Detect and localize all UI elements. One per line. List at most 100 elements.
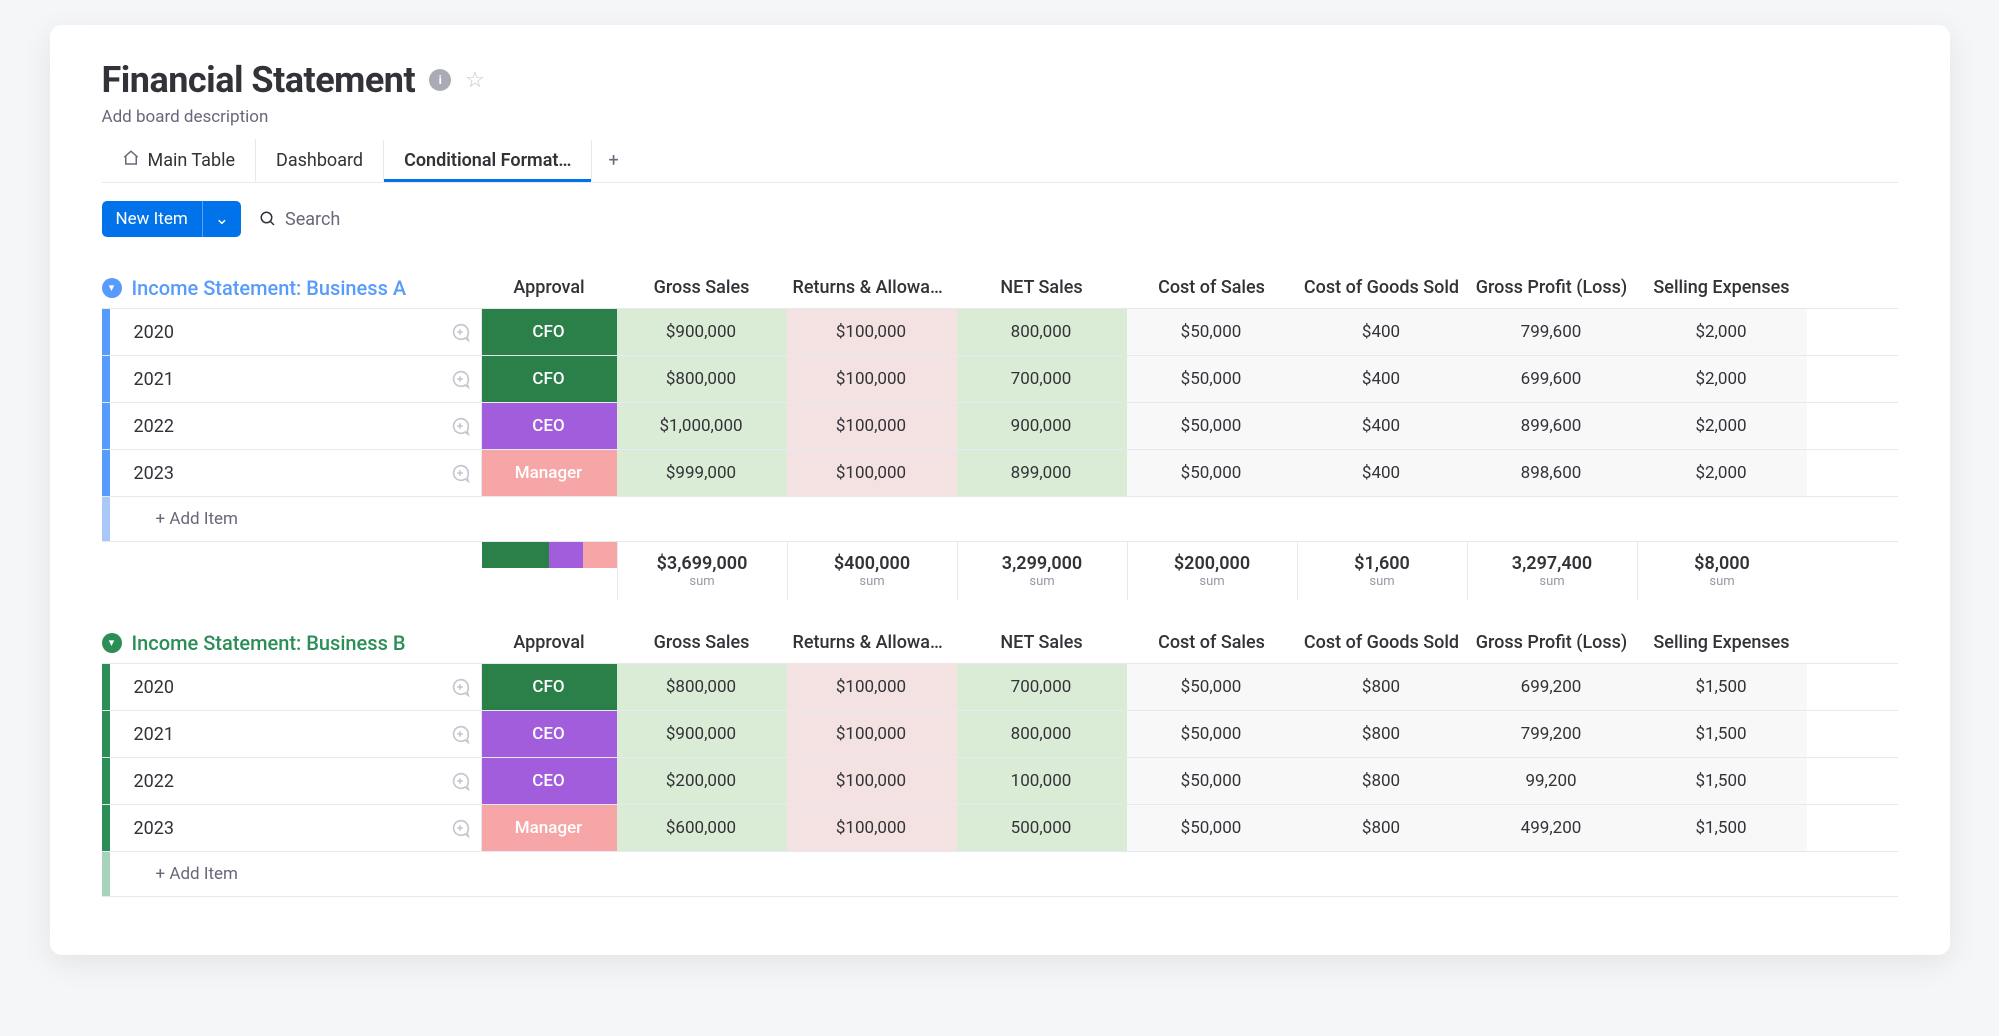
cell-gross-sales[interactable]: $800,000 — [617, 664, 787, 710]
tab-main-table[interactable]: Main Table — [102, 139, 257, 182]
add-item-row[interactable]: + Add Item — [102, 496, 1898, 542]
col-approval[interactable]: Approval — [482, 267, 617, 308]
cell-gross-profit[interactable]: 699,600 — [1467, 356, 1637, 402]
row-year[interactable]: 2023 — [120, 818, 449, 839]
col-net-sales[interactable]: NET Sales — [957, 267, 1127, 308]
row-year[interactable]: 2020 — [120, 677, 449, 698]
chat-plus-icon[interactable] — [449, 415, 471, 437]
cell-approval[interactable]: CEO — [482, 758, 617, 804]
cell-returns[interactable]: $100,000 — [787, 664, 957, 710]
table-row[interactable]: 2021 CEO $900,000 $100,000 800,000 $50,0… — [102, 710, 1898, 757]
row-year[interactable]: 2023 — [120, 463, 449, 484]
add-item-row[interactable]: + Add Item — [102, 851, 1898, 897]
chat-plus-icon[interactable] — [449, 817, 471, 839]
cell-net-sales[interactable]: 800,000 — [957, 309, 1127, 355]
col-cogs[interactable]: Cost of Goods Sold — [1297, 622, 1467, 663]
cell-net-sales[interactable]: 500,000 — [957, 805, 1127, 851]
group-title-wrap[interactable]: ▾ Income Statement: Business B — [102, 631, 482, 655]
cell-selling-exp[interactable]: $2,000 — [1637, 450, 1807, 496]
cell-net-sales[interactable]: 700,000 — [957, 356, 1127, 402]
cell-cogs[interactable]: $400 — [1297, 309, 1467, 355]
chat-plus-icon[interactable] — [449, 770, 471, 792]
cell-cost-of-sales[interactable]: $50,000 — [1127, 805, 1297, 851]
tab-add-view[interactable]: + — [592, 140, 634, 181]
cell-cogs[interactable]: $400 — [1297, 403, 1467, 449]
col-approval[interactable]: Approval — [482, 622, 617, 663]
cell-approval[interactable]: Manager — [482, 450, 617, 496]
cell-cogs[interactable]: $800 — [1297, 805, 1467, 851]
row-year[interactable]: 2020 — [120, 322, 449, 343]
row-year[interactable]: 2021 — [120, 369, 449, 390]
table-row[interactable]: 2020 CFO $800,000 $100,000 700,000 $50,0… — [102, 663, 1898, 710]
cell-gross-profit[interactable]: 799,600 — [1467, 309, 1637, 355]
cell-selling-exp[interactable]: $2,000 — [1637, 356, 1807, 402]
cell-returns[interactable]: $100,000 — [787, 805, 957, 851]
row-year[interactable]: 2022 — [120, 771, 449, 792]
cell-net-sales[interactable]: 899,000 — [957, 450, 1127, 496]
cell-returns[interactable]: $100,000 — [787, 403, 957, 449]
cell-gross-profit[interactable]: 699,200 — [1467, 664, 1637, 710]
col-selling-expenses[interactable]: Selling Expenses — [1637, 622, 1807, 663]
cell-cost-of-sales[interactable]: $50,000 — [1127, 356, 1297, 402]
cell-returns[interactable]: $100,000 — [787, 758, 957, 804]
cell-selling-exp[interactable]: $2,000 — [1637, 309, 1807, 355]
collapse-icon[interactable]: ▾ — [102, 633, 122, 653]
star-icon[interactable]: ☆ — [465, 68, 485, 93]
board-description[interactable]: Add board description — [102, 107, 1898, 127]
table-row[interactable]: 2021 CFO $800,000 $100,000 700,000 $50,0… — [102, 355, 1898, 402]
tab-dashboard[interactable]: Dashboard — [256, 140, 384, 181]
cell-returns[interactable]: $100,000 — [787, 309, 957, 355]
col-returns[interactable]: Returns & Allowan… — [787, 622, 957, 663]
group-title-wrap[interactable]: ▾ Income Statement: Business A — [102, 276, 482, 300]
cell-selling-exp[interactable]: $2,000 — [1637, 403, 1807, 449]
cell-cogs[interactable]: $800 — [1297, 758, 1467, 804]
cell-gross-profit[interactable]: 898,600 — [1467, 450, 1637, 496]
cell-returns[interactable]: $100,000 — [787, 450, 957, 496]
cell-selling-exp[interactable]: $1,500 — [1637, 758, 1807, 804]
cell-net-sales[interactable]: 700,000 — [957, 664, 1127, 710]
cell-gross-sales[interactable]: $1,000,000 — [617, 403, 787, 449]
chat-plus-icon[interactable] — [449, 462, 471, 484]
cell-cogs[interactable]: $400 — [1297, 450, 1467, 496]
cell-net-sales[interactable]: 100,000 — [957, 758, 1127, 804]
tab-conditional-format[interactable]: Conditional Format… — [384, 140, 592, 181]
table-row[interactable]: 2020 CFO $900,000 $100,000 800,000 $50,0… — [102, 308, 1898, 355]
row-year[interactable]: 2022 — [120, 416, 449, 437]
cell-net-sales[interactable]: 800,000 — [957, 711, 1127, 757]
col-net-sales[interactable]: NET Sales — [957, 622, 1127, 663]
row-year[interactable]: 2021 — [120, 724, 449, 745]
cell-approval[interactable]: CEO — [482, 711, 617, 757]
table-row[interactable]: 2022 CEO $200,000 $100,000 100,000 $50,0… — [102, 757, 1898, 804]
col-returns[interactable]: Returns & Allowan… — [787, 267, 957, 308]
chat-plus-icon[interactable] — [449, 723, 471, 745]
cell-gross-profit[interactable]: 899,600 — [1467, 403, 1637, 449]
cell-cogs[interactable]: $800 — [1297, 711, 1467, 757]
info-icon[interactable]: i — [429, 69, 451, 91]
cell-approval[interactable]: CFO — [482, 309, 617, 355]
cell-net-sales[interactable]: 900,000 — [957, 403, 1127, 449]
cell-gross-sales[interactable]: $999,000 — [617, 450, 787, 496]
cell-gross-profit[interactable]: 99,200 — [1467, 758, 1637, 804]
chat-plus-icon[interactable] — [449, 321, 471, 343]
col-cost-of-sales[interactable]: Cost of Sales — [1127, 622, 1297, 663]
cell-cost-of-sales[interactable]: $50,000 — [1127, 664, 1297, 710]
cell-gross-sales[interactable]: $900,000 — [617, 309, 787, 355]
cell-gross-sales[interactable]: $900,000 — [617, 711, 787, 757]
cell-approval[interactable]: Manager — [482, 805, 617, 851]
col-gross-sales[interactable]: Gross Sales — [617, 267, 787, 308]
chat-plus-icon[interactable] — [449, 676, 471, 698]
cell-cogs[interactable]: $400 — [1297, 356, 1467, 402]
cell-gross-profit[interactable]: 499,200 — [1467, 805, 1637, 851]
table-row[interactable]: 2023 Manager $999,000 $100,000 899,000 $… — [102, 449, 1898, 496]
col-gross-sales[interactable]: Gross Sales — [617, 622, 787, 663]
collapse-icon[interactable]: ▾ — [102, 278, 122, 298]
cell-gross-sales[interactable]: $200,000 — [617, 758, 787, 804]
cell-approval[interactable]: CEO — [482, 403, 617, 449]
table-row[interactable]: 2023 Manager $600,000 $100,000 500,000 $… — [102, 804, 1898, 851]
cell-approval[interactable]: CFO — [482, 664, 617, 710]
cell-cost-of-sales[interactable]: $50,000 — [1127, 450, 1297, 496]
col-cogs[interactable]: Cost of Goods Sold — [1297, 267, 1467, 308]
cell-returns[interactable]: $100,000 — [787, 356, 957, 402]
col-gross-profit[interactable]: Gross Profit (Loss) — [1467, 267, 1637, 308]
cell-selling-exp[interactable]: $1,500 — [1637, 664, 1807, 710]
